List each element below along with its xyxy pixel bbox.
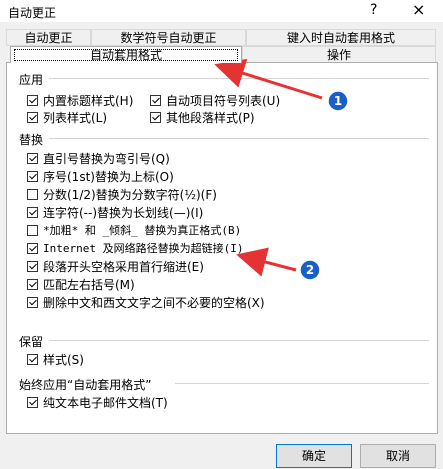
- arrow-2: [236, 247, 297, 277]
- tab-focus-ring: [14, 49, 238, 61]
- marker-1-label: 1: [334, 94, 342, 108]
- marker-1: 1: [327, 90, 349, 112]
- marker-2: 2: [299, 259, 321, 281]
- tab-autoformat[interactable]: 自动套用格式: [10, 46, 242, 63]
- arrow-1: [214, 58, 323, 100]
- marker-2-label: 2: [306, 263, 314, 277]
- annotation-overlay: 1 2: [214, 58, 349, 281]
